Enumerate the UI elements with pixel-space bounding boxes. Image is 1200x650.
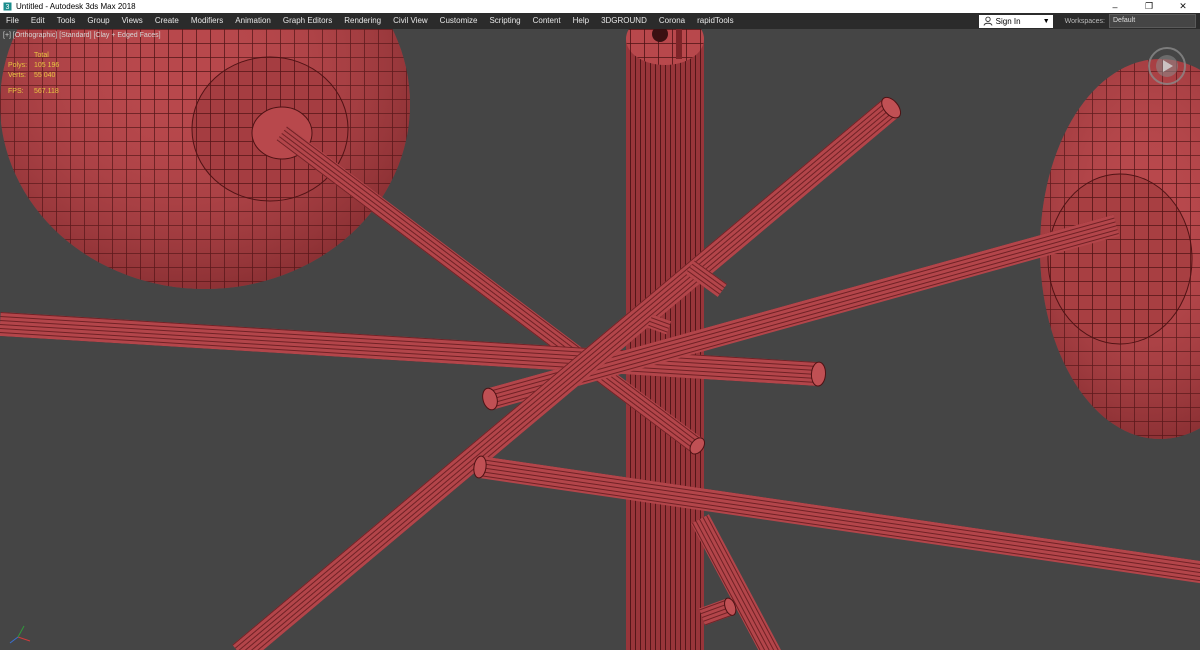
menu-3dground[interactable]: 3DGROUND <box>595 13 653 29</box>
menu-rendering[interactable]: Rendering <box>338 13 387 29</box>
viewport[interactable]: [+] [Orthographic] [Standard] [Clay + Ed… <box>0 29 1200 650</box>
app-logo-icon: 3 <box>3 2 12 11</box>
axis-tripod-icon <box>8 623 34 645</box>
menu-views[interactable]: Views <box>116 13 149 29</box>
menu-corona[interactable]: Corona <box>653 13 691 29</box>
menu-content[interactable]: Content <box>527 13 567 29</box>
chevron-down-icon: ▼ <box>1042 17 1050 25</box>
stats-header: Total <box>34 52 49 59</box>
viewcube-icon[interactable] <box>1146 45 1188 87</box>
viewport-scene <box>0 29 1200 650</box>
polys-value: 105 196 <box>34 62 60 69</box>
menu-group[interactable]: Group <box>81 13 115 29</box>
title-bar: 3 Untitled - Autodesk 3ds Max 2018 – ❐ ✕ <box>0 0 1200 13</box>
sign-in-dropdown[interactable]: Sign In ▼ <box>978 14 1053 28</box>
fps-value: 567.118 <box>34 88 59 95</box>
menu-modifiers[interactable]: Modifiers <box>185 13 229 29</box>
svg-text:3: 3 <box>6 4 10 11</box>
verts-label: Verts: <box>8 72 26 79</box>
polys-label: Polys: <box>8 62 28 69</box>
minimize-button[interactable]: – <box>1098 0 1132 13</box>
menu-scripting[interactable]: Scripting <box>483 13 526 29</box>
user-icon <box>983 16 993 26</box>
menu-help[interactable]: Help <box>567 13 595 29</box>
menu-create[interactable]: Create <box>149 13 185 29</box>
menu-file[interactable]: File <box>0 13 25 29</box>
verts-value: 55 040 <box>34 72 56 79</box>
menu-bar: File Edit Tools Group Views Create Modif… <box>0 13 1200 29</box>
restore-button[interactable]: ❐ <box>1132 0 1166 13</box>
close-button[interactable]: ✕ <box>1166 0 1200 13</box>
menu-animation[interactable]: Animation <box>229 13 277 29</box>
menu-edit[interactable]: Edit <box>25 13 51 29</box>
statistics-overlay: Total Polys: 105 196 Verts: 55 040 FPS: 567… <box>8 51 59 97</box>
viewport-label[interactable]: [+] [Orthographic] [Standard] [Clay + Ed… <box>3 32 161 39</box>
menu-tools[interactable]: Tools <box>51 13 82 29</box>
menu-rapidtools[interactable]: rapidTools <box>691 13 739 29</box>
workspaces-select[interactable]: Default <box>1109 14 1196 28</box>
menu-customize[interactable]: Customize <box>434 13 484 29</box>
sign-in-label: Sign In <box>995 16 1021 26</box>
lamp-top-left <box>0 29 410 289</box>
window-title: Untitled - Autodesk 3ds Max 2018 <box>16 2 136 11</box>
menu-civil-view[interactable]: Civil View <box>387 13 434 29</box>
fps-label: FPS: <box>8 88 24 95</box>
menu-graph-editors[interactable]: Graph Editors <box>277 13 338 29</box>
app-window: 3 Untitled - Autodesk 3ds Max 2018 – ❐ ✕… <box>0 0 1200 650</box>
workspaces-label: Workspaces: <box>1064 17 1105 25</box>
